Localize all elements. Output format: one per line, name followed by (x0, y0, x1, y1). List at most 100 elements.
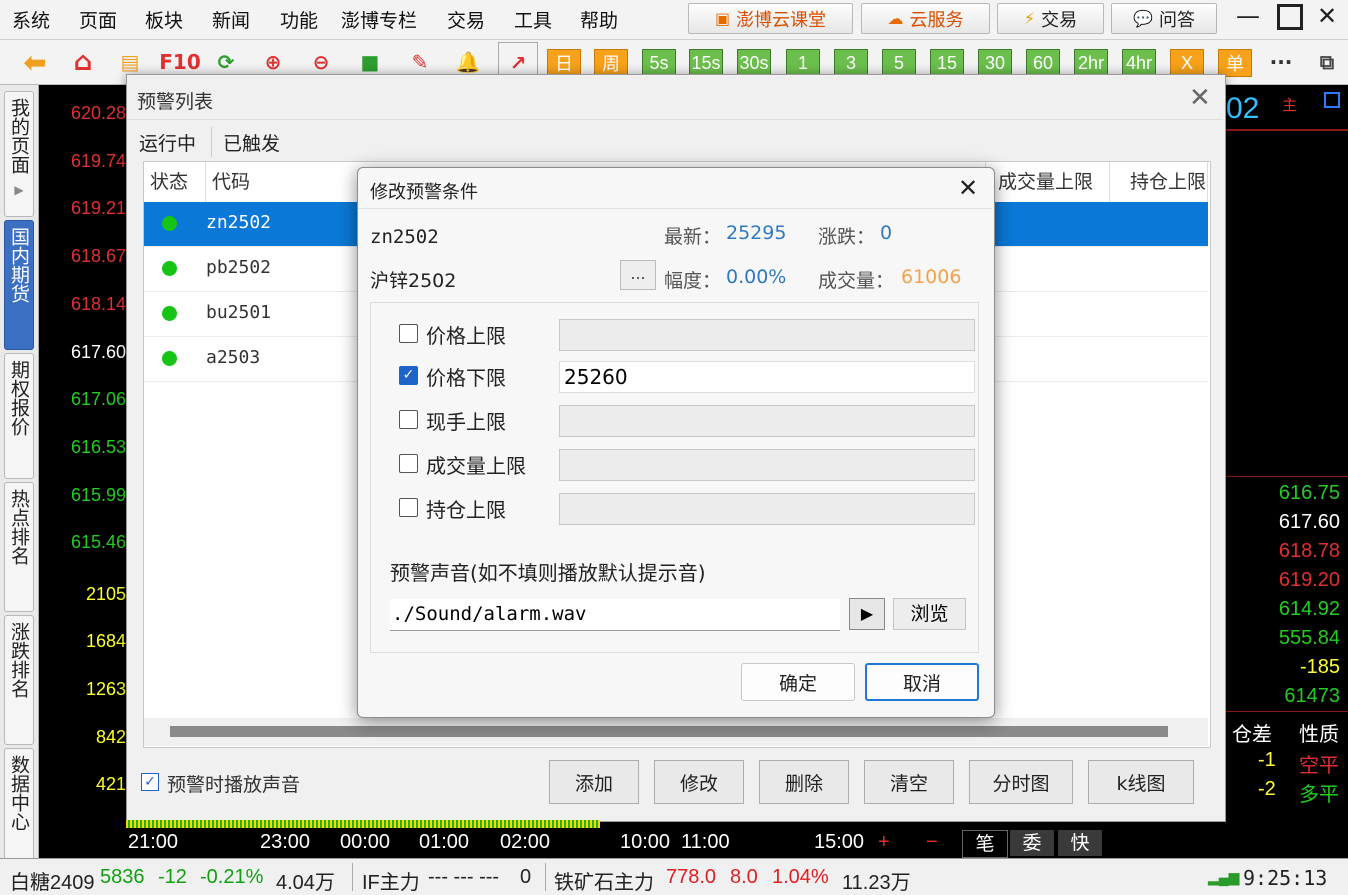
plus-icon[interactable]: + (878, 831, 890, 854)
horizontal-scrollbar[interactable] (144, 718, 1208, 746)
tick-upper-input[interactable] (559, 405, 975, 437)
close-icon[interactable]: ✕ (1317, 2, 1337, 30)
period-4hr[interactable]: 4hr (1122, 49, 1156, 77)
position-upper-checkbox[interactable] (399, 498, 418, 517)
range-value: 0.00% (726, 266, 787, 288)
conditions-group: 价格上限 ✓ 价格下限 25260 现手上限 成交量上限 持仓上限 预警声音(如… (370, 302, 979, 653)
price-tick: 620.28 (70, 103, 126, 123)
minus-icon[interactable]: − (926, 831, 938, 854)
menu-trade[interactable]: 交易 (447, 6, 485, 33)
bell-icon[interactable]: 🔔 (453, 47, 483, 77)
notes-icon[interactable]: ▤ (115, 47, 145, 77)
period-x[interactable]: X (1170, 49, 1204, 77)
play-icon[interactable]: ▶ (849, 598, 885, 630)
ok-button[interactable]: 确定 (741, 663, 855, 701)
cloud-service-button[interactable]: ☁ 云服务 (861, 3, 990, 34)
period-week[interactable]: 周 (594, 49, 628, 77)
tab-triggered[interactable]: 已触发 (223, 129, 280, 156)
period-15s[interactable]: 15s (689, 49, 723, 77)
tab-domestic-futures[interactable]: 国内期货 (4, 220, 34, 350)
period-day[interactable]: 日 (547, 49, 581, 77)
period-3m[interactable]: 3 (834, 49, 868, 77)
square-icon[interactable] (1324, 92, 1340, 108)
add-button[interactable]: 添加 (549, 760, 639, 804)
period-single[interactable]: 单 (1218, 49, 1252, 77)
trade-label: 交易 (1041, 9, 1078, 31)
tab-quick[interactable]: 快 (1058, 830, 1102, 856)
qa-button[interactable]: 💬 问答 (1111, 3, 1217, 34)
period-1m[interactable]: 1 (786, 49, 820, 77)
price-upper-input[interactable] (559, 319, 975, 351)
modify-button[interactable]: 修改 (654, 760, 744, 804)
column-header-position-limit[interactable]: 持仓上限 (1110, 162, 1208, 202)
ore-name[interactable]: 铁矿石主力 (554, 866, 654, 895)
tab-change-ranking[interactable]: 涨跌排名 (4, 615, 34, 745)
sound-path-input[interactable]: ./Sound/alarm.wav (390, 599, 840, 631)
menu-tools[interactable]: 工具 (514, 6, 552, 33)
more-icon[interactable]: ··· (1266, 47, 1296, 77)
tab-my-page[interactable]: 我的页面 ▶ (4, 91, 34, 217)
tab-orders[interactable]: 委 (1010, 830, 1054, 856)
intraday-chart-button[interactable]: 分时图 (969, 760, 1073, 804)
ore-price: 778.0 (666, 866, 717, 888)
classroom-button[interactable]: ▣ 澎博云课堂 (688, 3, 853, 34)
period-2hr[interactable]: 2hr (1074, 49, 1108, 77)
menu-news[interactable]: 新闻 (212, 6, 250, 33)
price-tick: 615.46 (70, 532, 126, 552)
window-icon[interactable]: ■ (355, 47, 385, 77)
f10-button[interactable]: F10 (159, 47, 201, 77)
if-name[interactable]: IF主力 (362, 866, 420, 895)
zoom-in-icon[interactable]: ⊕ (258, 47, 288, 77)
volume-tick: 1684 (85, 631, 126, 651)
close-icon[interactable]: ✕ (1189, 83, 1211, 113)
cloud-service-label: 云服务 (909, 9, 964, 31)
price-lower-checkbox[interactable]: ✓ (399, 366, 418, 385)
if-values: --- --- --- (428, 866, 500, 888)
more-info-button[interactable]: ... (620, 260, 656, 290)
scrollbar-thumb[interactable] (170, 726, 1168, 737)
sugar-name[interactable]: 白糖2409 (10, 866, 95, 895)
price-lower-input[interactable]: 25260 (559, 361, 975, 393)
back-arrow-icon[interactable]: ⬅ (20, 46, 50, 79)
tab-running[interactable]: 运行中 (139, 129, 196, 156)
menu-function[interactable]: 功能 (280, 6, 318, 33)
menu-sector[interactable]: 板块 (145, 6, 183, 33)
chat-bubble-icon: 💬 (1133, 9, 1153, 28)
period-15m[interactable]: 15 (930, 49, 964, 77)
tab-options[interactable]: 期权报价 (4, 353, 34, 479)
menu-system[interactable]: 系统 (12, 6, 50, 33)
period-5m[interactable]: 5 (882, 49, 916, 77)
home-icon[interactable]: ⌂ (68, 47, 98, 77)
menu-page[interactable]: 页面 (79, 6, 117, 33)
minimize-icon[interactable]: — (1236, 2, 1260, 30)
volume-upper-input[interactable] (559, 449, 975, 481)
volume-upper-checkbox[interactable] (399, 454, 418, 473)
period-60m[interactable]: 60 (1026, 49, 1060, 77)
tab-hot-ranking[interactable]: 热点排名 (4, 482, 34, 612)
period-30s[interactable]: 30s (737, 49, 771, 77)
period-5s[interactable]: 5s (642, 49, 676, 77)
menu-column[interactable]: 澎博专栏 (341, 6, 417, 33)
trade-button[interactable]: ⚡ 交易 (997, 3, 1104, 34)
cancel-button[interactable]: 取消 (865, 663, 979, 701)
layout-icon[interactable]: ⧉ (1312, 47, 1342, 77)
tick-upper-checkbox[interactable] (399, 410, 418, 429)
delete-button[interactable]: 删除 (759, 760, 849, 804)
browse-button[interactable]: 浏览 (893, 598, 966, 630)
price-upper-checkbox[interactable] (399, 324, 418, 343)
tab-ticks[interactable]: 笔 (962, 830, 1008, 858)
pencil-icon[interactable]: ✎ (405, 47, 435, 77)
position-upper-input[interactable] (559, 493, 975, 525)
clear-button[interactable]: 清空 (864, 760, 954, 804)
kline-chart-button[interactable]: k线图 (1088, 760, 1194, 804)
refresh-icon[interactable]: ⟳ (211, 47, 241, 77)
period-30m[interactable]: 30 (978, 49, 1012, 77)
menu-help[interactable]: 帮助 (580, 6, 618, 33)
close-icon[interactable]: ✕ (958, 174, 978, 202)
zoom-out-icon[interactable]: ⊖ (306, 47, 336, 77)
column-header-volume-limit[interactable]: 成交量上限 (986, 162, 1110, 202)
maximize-icon[interactable] (1277, 4, 1303, 30)
tab-divider (211, 127, 212, 157)
play-sound-checkbox[interactable]: ✓ (141, 773, 159, 791)
column-header-status[interactable]: 状态 (144, 162, 206, 202)
